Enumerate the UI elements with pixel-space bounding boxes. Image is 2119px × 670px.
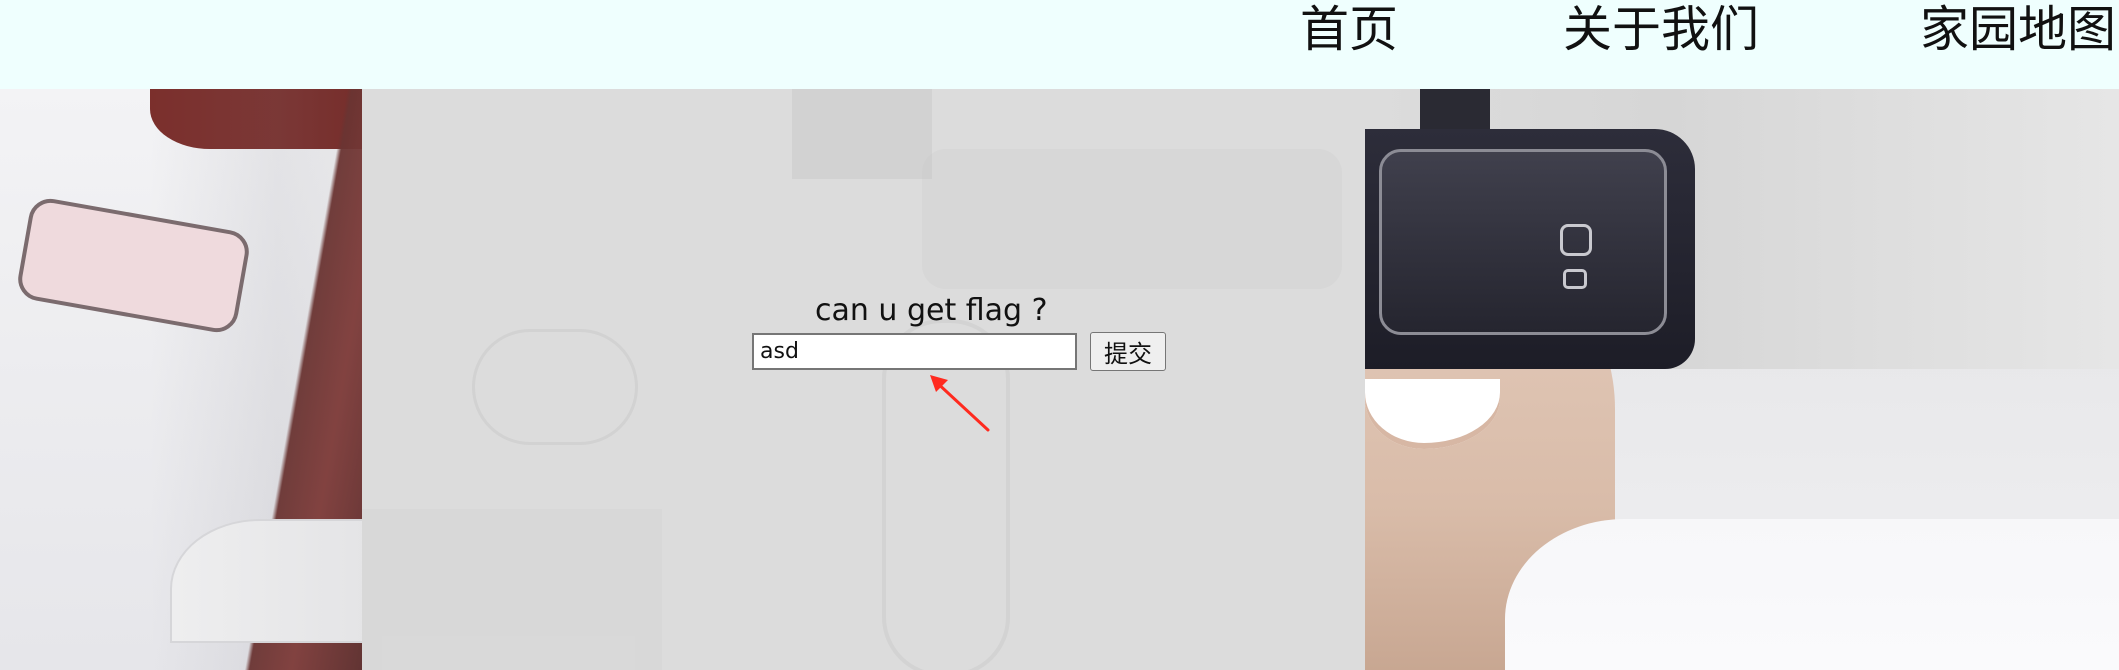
translucent-center-panel — [362, 89, 1365, 670]
flag-prompt-title: can u get flag ? — [815, 293, 1048, 328]
submit-button[interactable]: 提交 — [1090, 332, 1166, 371]
flag-input[interactable] — [752, 333, 1077, 370]
top-navigation-bar: 首页 关于我们 家园地图 — [0, 0, 2119, 89]
vr-headset-photo — [1365, 89, 2119, 670]
red-arrow-annotation — [930, 375, 990, 432]
nav-link-about-us[interactable]: 关于我们 — [1563, 0, 1759, 60]
doctor-coat-photo — [0, 89, 362, 670]
nav-link-home[interactable]: 首页 — [1300, 0, 1398, 60]
nav-link-home-map[interactable]: 家园地图 — [1920, 0, 2116, 60]
hero-banner — [0, 89, 2119, 670]
